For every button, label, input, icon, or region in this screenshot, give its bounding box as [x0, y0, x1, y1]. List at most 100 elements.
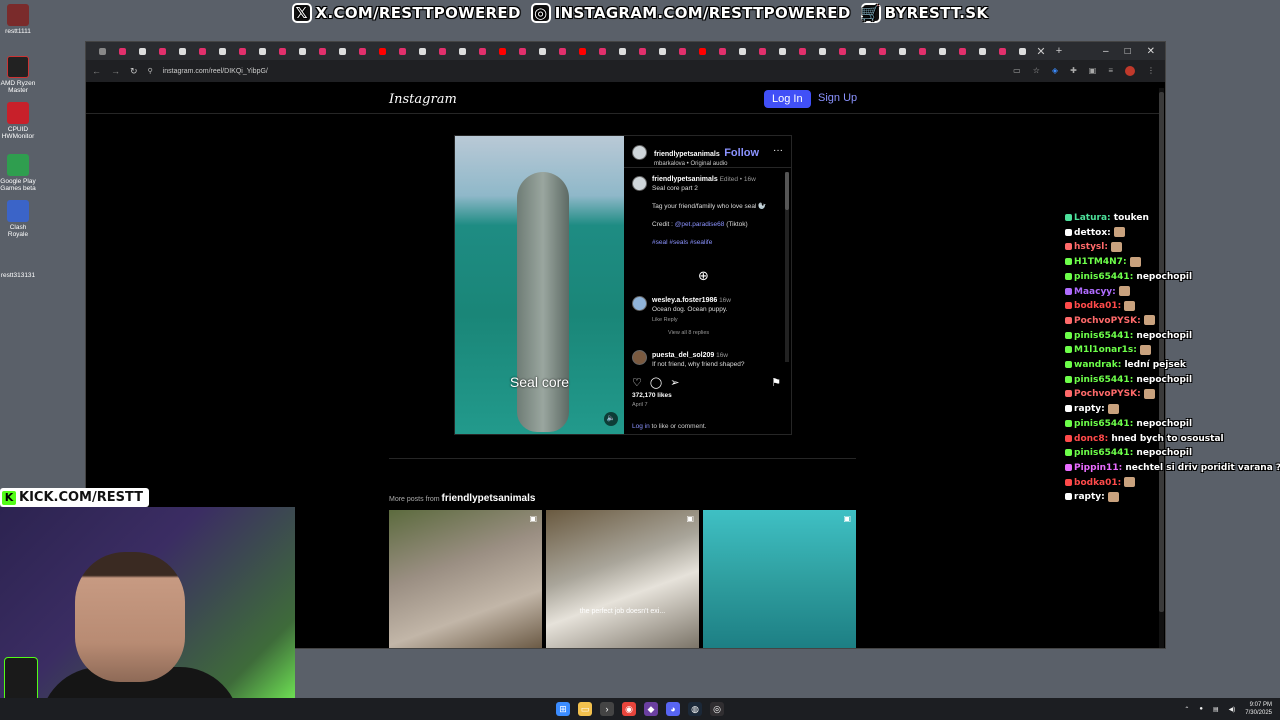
tray-chevron-icon[interactable]: ⌃: [1184, 706, 1189, 713]
comment-bubble-icon[interactable]: ◯: [650, 376, 662, 389]
grid-post-koala[interactable]: ▣: [389, 510, 542, 648]
microphone-icon[interactable]: ●: [1199, 706, 1203, 712]
instagram-logo[interactable]: Instagram: [389, 92, 457, 107]
browser-tab[interactable]: [432, 44, 452, 58]
network-icon[interactable]: ▤: [1213, 706, 1219, 713]
grid-post-seal[interactable]: ▣: [703, 510, 856, 648]
add-circle-icon[interactable]: ⊕: [698, 268, 709, 284]
new-tab-button[interactable]: +: [1050, 45, 1068, 57]
comment1-avatar[interactable]: [632, 296, 647, 311]
browser-tab[interactable]: [812, 44, 832, 58]
browser-tab[interactable]: [852, 44, 872, 58]
credit-link[interactable]: @pet.paradise68: [675, 221, 725, 228]
browser-tab[interactable]: [1012, 44, 1032, 58]
comment1-username[interactable]: wesley.a.foster1986: [652, 297, 717, 304]
browser-tab[interactable]: [472, 44, 492, 58]
browser-tab[interactable]: [692, 44, 712, 58]
more-options-icon[interactable]: ···: [773, 145, 783, 156]
file-explorer-icon[interactable]: ▭: [578, 702, 592, 716]
browser-tab[interactable]: [912, 44, 932, 58]
desktop-icon-hwmonitor[interactable]: CPUID HWMonitor: [0, 102, 36, 140]
browser-tab[interactable]: [112, 44, 132, 58]
browser-tab[interactable]: [412, 44, 432, 58]
follow-button[interactable]: Follow: [724, 147, 759, 159]
browser-tab[interactable]: [992, 44, 1012, 58]
browser-tab[interactable]: [772, 44, 792, 58]
hashtags[interactable]: #seal #seals #sealife: [652, 238, 780, 247]
browser-tab[interactable]: [492, 44, 512, 58]
desktop-icon-amd-ryzen-master[interactable]: AMD Ryzen Master: [0, 56, 36, 94]
bookmark-star-icon[interactable]: ☆: [1033, 66, 1040, 76]
browser-tab[interactable]: [292, 44, 312, 58]
save-bookmark-icon[interactable]: ⚑: [771, 376, 781, 389]
browser-tab[interactable]: [332, 44, 352, 58]
login-button[interactable]: Log In: [764, 90, 811, 108]
caption-author-avatar[interactable]: [632, 176, 647, 191]
browser-tab[interactable]: [832, 44, 852, 58]
url-field[interactable]: instagram.com/reel/DIKQi_YibpG/: [163, 68, 268, 75]
terminal-icon[interactable]: ›: [600, 702, 614, 716]
browser-tab[interactable]: [652, 44, 672, 58]
menu-kebab-icon[interactable]: ⋮: [1147, 66, 1155, 76]
browser-tab[interactable]: [712, 44, 732, 58]
browser-tab[interactable]: [212, 44, 232, 58]
browser-tab[interactable]: [312, 44, 332, 58]
browser-tab[interactable]: [552, 44, 572, 58]
obs-icon[interactable]: ◎: [710, 702, 724, 716]
steam-icon[interactable]: ◍: [688, 702, 702, 716]
browser-tab[interactable]: [172, 44, 192, 58]
comment1-actions[interactable]: Like Reply: [652, 316, 780, 325]
back-icon[interactable]: ←: [92, 66, 101, 76]
browser-tab[interactable]: [732, 44, 752, 58]
browser-tab[interactable]: [952, 44, 972, 58]
desktop-icon-google-play-games[interactable]: Google Play Games beta: [0, 154, 36, 192]
likes-count[interactable]: 372,170 likes: [632, 392, 672, 399]
extension-icon[interactable]: ◈: [1052, 66, 1058, 76]
close-tab-icon[interactable]: ✕: [1032, 45, 1050, 58]
desktop-icon-clash-royale[interactable]: Clash Royale: [0, 200, 36, 238]
browser-tab[interactable]: [612, 44, 632, 58]
browser-tab[interactable]: [572, 44, 592, 58]
browser-tab[interactable]: [232, 44, 252, 58]
extensions-puzzle-icon[interactable]: ✚: [1070, 66, 1077, 76]
grid-post-panda[interactable]: ▣ the perfect job doesn't exi...: [546, 510, 699, 648]
desktop-icon-restt1111[interactable]: restt1111: [0, 4, 36, 35]
mute-icon[interactable]: 🔈: [604, 412, 618, 426]
clock[interactable]: 9:07 PM 7/30/2025: [1245, 701, 1272, 717]
signup-link[interactable]: Sign Up: [818, 92, 857, 104]
app-icon[interactable]: ◆: [644, 702, 658, 716]
browser-tab[interactable]: [92, 44, 112, 58]
discord-icon[interactable]: ◕: [666, 702, 680, 716]
browser-tab[interactable]: [532, 44, 552, 58]
reel-video[interactable]: Seal core 🔈: [455, 136, 624, 434]
browser-tab[interactable]: [272, 44, 292, 58]
audio-label[interactable]: mbarkalova • Original audio: [654, 161, 759, 167]
like-heart-icon[interactable]: ♡: [632, 376, 642, 389]
site-info-icon[interactable]: ⚲: [148, 67, 153, 75]
profile-avatar[interactable]: [1125, 66, 1135, 76]
chrome-icon[interactable]: ◉: [622, 702, 636, 716]
browser-tab[interactable]: [672, 44, 692, 58]
volume-icon[interactable]: ◀): [1229, 706, 1236, 713]
author-username[interactable]: friendlypetsanimals: [654, 151, 720, 158]
browser-tab[interactable]: [192, 44, 212, 58]
caption-author[interactable]: friendlypetsanimals: [652, 176, 718, 183]
browser-tab[interactable]: [452, 44, 472, 58]
close-window-button[interactable]: ✕: [1147, 46, 1155, 57]
browser-tab[interactable]: [372, 44, 392, 58]
maximize-button[interactable]: □: [1125, 46, 1131, 57]
author-avatar[interactable]: [632, 145, 647, 160]
windows-start-icon[interactable]: ⊞: [556, 702, 570, 716]
browser-tab[interactable]: [352, 44, 372, 58]
browser-tab[interactable]: [892, 44, 912, 58]
browser-tab[interactable]: [972, 44, 992, 58]
comments-scrollbar[interactable]: [785, 172, 789, 362]
downloads-icon[interactable]: ≡: [1108, 66, 1113, 76]
forward-icon[interactable]: →: [111, 66, 120, 76]
browser-tab[interactable]: [512, 44, 532, 58]
install-icon[interactable]: ▭: [1013, 66, 1021, 76]
comment2-username[interactable]: puesta_del_sol209: [652, 352, 714, 359]
login-link[interactable]: Log in: [632, 423, 650, 430]
more-posts-username[interactable]: friendlypetsanimals: [442, 493, 536, 504]
browser-tab[interactable]: [632, 44, 652, 58]
